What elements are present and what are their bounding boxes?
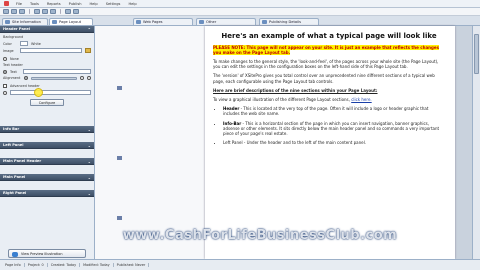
scrollbar-thumb[interactable] [474,34,479,74]
new-icon[interactable] [3,9,9,14]
status-published: Published: Never [114,263,150,267]
sections-list: Header - This is located at the very top… [223,106,445,145]
status-modified: Modified: Today [80,263,114,267]
marker-icon [117,86,122,90]
align-center-radio[interactable] [80,76,84,80]
menu-settings[interactable]: Settings [102,2,125,6]
marker-icon [117,216,122,220]
list-item: Left Panel - Under the header and to the… [223,140,445,145]
header-panel-body: Background Color White Image None Text h… [0,33,94,108]
status-project: Project: 0 [25,263,48,267]
none-label: None [10,57,19,61]
panel-header-main-panel[interactable]: Main Panel ⌄ [0,174,94,181]
info-icon [5,20,10,24]
pages-icon [136,20,141,24]
list-item: Header - This is located at the very top… [223,106,445,116]
vertical-scrollbar[interactable] [472,26,480,259]
tab-page-layout[interactable]: Page Layout [49,18,93,25]
menu-file[interactable]: File [12,2,26,6]
chevron-down-icon[interactable]: ⌄ [88,191,91,196]
tab-publishing-details[interactable]: Publishing Details [259,18,319,25]
image-path-field[interactable] [20,48,82,53]
mouse-highlight [34,88,43,97]
copy-icon[interactable] [42,9,48,14]
panel-header-header-panel[interactable]: Header Panel ⌃ [0,26,94,33]
menu-tools[interactable]: Tools [26,2,43,6]
preview-sections-text: To view a graphical illustration of the … [213,96,372,102]
publish-icon [262,20,267,24]
app-icon [4,1,9,6]
text-label: Text [10,69,17,74]
menu-bar: File Tools Reports Publish Help Settings… [0,0,480,8]
background-label: Background [3,35,24,39]
list-item: Info-Bar - This is a horizontal section … [223,121,445,137]
watermark-text: www.CashForLifeBusinessClub.com [122,228,398,243]
preview-canvas: Here's an example of what a typical page… [95,26,472,259]
preview-document: Here's an example of what a typical page… [213,32,445,145]
advanced-header-label: Advanced header [10,84,40,88]
paste-icon[interactable] [50,9,56,14]
marker-icon [117,156,122,160]
radio-none[interactable] [3,57,7,61]
status-bar: Page Info Project: 0 Created: Today Modi… [0,259,480,270]
menu-help-2[interactable]: Help [124,2,140,6]
header-text-field[interactable] [23,69,91,74]
preview-page: Here's an example of what a typical page… [205,26,455,259]
view-preview-illustration-button[interactable]: View Preview Illustration [8,249,86,258]
status-created: Created: Today [48,263,81,267]
tab-site-information[interactable]: Site Information [2,18,48,25]
toolbar [0,8,480,16]
app-window: File Tools Reports Publish Help Settings… [0,0,480,270]
color-swatch[interactable] [20,41,28,46]
other-icon [199,20,204,24]
configure-button[interactable]: Configure [30,99,64,106]
panel-header-info-bar[interactable]: Info Bar ⌄ [0,126,94,133]
sidebar: Header Panel ⌃ Background Color White Im… [0,26,95,259]
tab-web-pages[interactable]: Web Pages [133,18,193,25]
preview-icon[interactable] [65,9,71,14]
alignment-label: Alignment [3,76,21,80]
toolbar-separator [29,9,30,14]
layout-icon [52,20,57,24]
color-label: Color [3,41,12,46]
panel-header-right-panel[interactable]: Right Panel ⌄ [0,190,94,197]
preview-title: Here's an example of what a typical page… [221,32,437,40]
status-page-info: Page Info [2,263,25,267]
menu-publish[interactable]: Publish [65,2,86,6]
tab-strip: Site Information Page Layout Web Pages O… [0,16,480,26]
menu-help[interactable]: Help [85,2,101,6]
toolbar-separator [60,9,61,14]
preview-notice: PLEASE NOTE: This page will not appear o… [213,44,439,55]
radio-text[interactable] [3,69,7,74]
align-right-radio[interactable] [87,76,91,80]
preview-left-margin [95,26,205,259]
tab-other[interactable]: Other [196,18,256,25]
chevron-down-icon[interactable]: ⌄ [88,175,91,180]
panel-header-main-panel-header[interactable]: Main Panel Header ⌄ [0,158,94,165]
align-left-radio[interactable] [24,76,28,80]
color-value: White [31,41,41,46]
preview-icon [12,252,18,257]
click-here-link[interactable]: click here. [351,97,372,102]
menu-reports[interactable]: Reports [43,2,65,6]
advanced-header-checkbox[interactable] [3,84,7,88]
image-label: Image [3,48,14,53]
radio-advanced-a[interactable] [3,90,7,95]
alignment-slider[interactable] [31,76,77,80]
folder-icon[interactable] [85,48,91,53]
chevron-up-icon[interactable]: ⌃ [88,27,91,32]
open-icon[interactable] [11,9,17,14]
chevron-down-icon[interactable]: ⌄ [88,159,91,164]
preview-paragraph-1: To make changes to the general style, th… [213,58,439,70]
preview-sections-heading: Here are brief descriptions of the nine … [213,87,378,93]
panel-header-left-panel[interactable]: Left Panel ⌄ [0,142,94,149]
chevron-down-icon[interactable]: ⌄ [88,127,91,132]
preview-paragraph-2: The 'version' of XSitePro gives you tota… [213,73,435,84]
chevron-down-icon[interactable]: ⌄ [88,143,91,148]
save-icon[interactable] [19,9,25,14]
text-header-label: Text header [3,63,23,67]
advanced-field[interactable] [10,90,91,95]
publish-icon[interactable] [73,9,79,14]
cut-icon[interactable] [34,9,40,14]
